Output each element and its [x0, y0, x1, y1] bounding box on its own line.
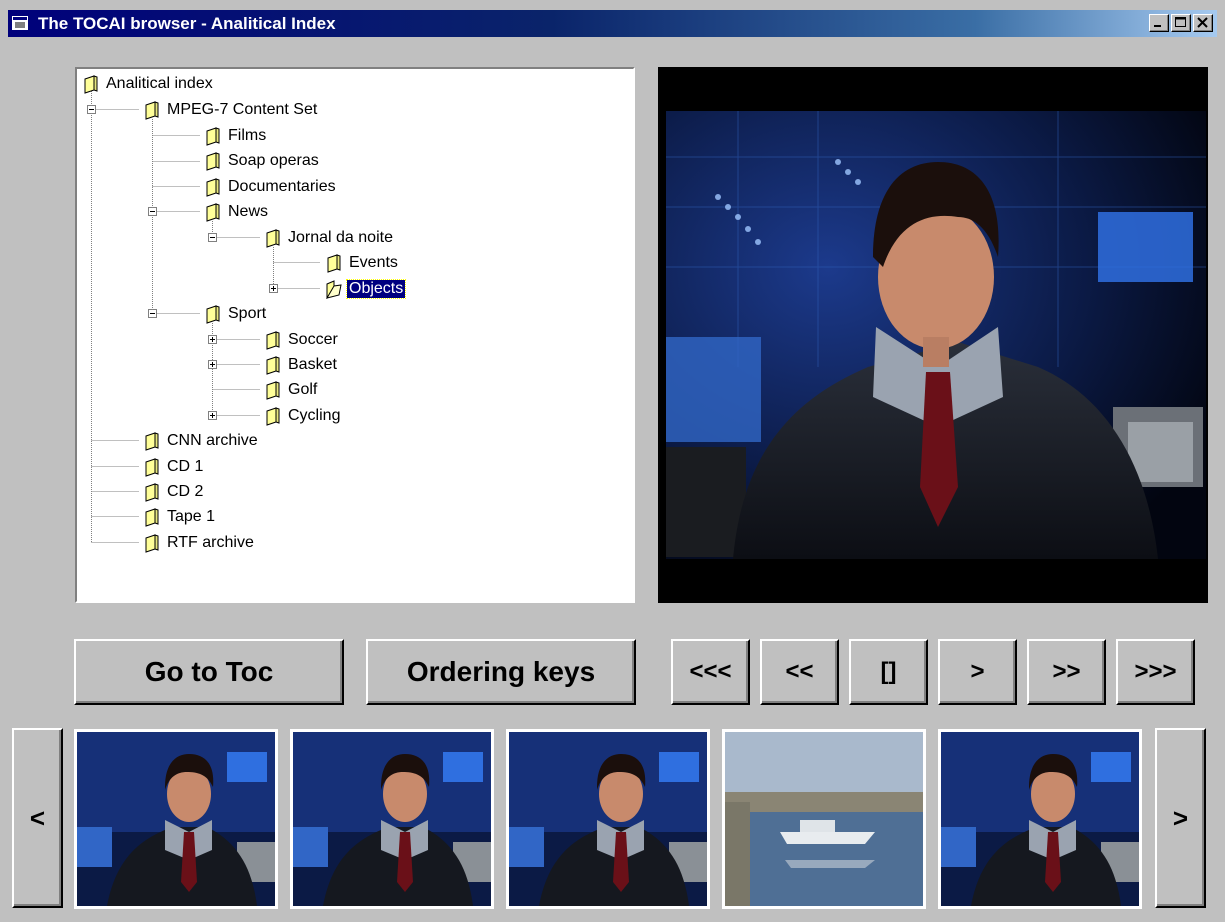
stop-label: [] [880, 658, 897, 685]
tree-item-label: MPEG-7 Content Set [167, 101, 318, 118]
news-anchor-frame [509, 732, 707, 906]
tree-item-label: Events [349, 254, 398, 271]
minimize-button[interactable] [1149, 14, 1169, 32]
folder-icon [145, 483, 159, 502]
tree-item-label: Analitical index [106, 75, 213, 92]
collapse-icon[interactable] [208, 233, 217, 242]
news-anchor-frame [941, 732, 1139, 906]
expand-icon[interactable] [208, 335, 217, 344]
folder-icon [84, 75, 98, 94]
tree-item-label: Objects [345, 279, 407, 299]
play-button[interactable]: > [938, 639, 1017, 705]
tree-item-label: Sport [228, 305, 267, 322]
filmstrip-thumbnail[interactable] [74, 729, 278, 909]
tree-item-label: Basket [288, 356, 337, 373]
title-bar-inner: The TOCAI browser - Analitical Index [8, 10, 1217, 37]
go-to-toc-label: Go to Toc [144, 656, 274, 687]
folder-icon [266, 331, 280, 350]
expand-icon[interactable] [208, 411, 217, 420]
folder-icon [266, 356, 280, 375]
close-button[interactable] [1193, 14, 1213, 32]
tree-item-label: Soccer [288, 331, 338, 348]
minimize-icon [1154, 25, 1161, 27]
title-bar: The TOCAI browser - Analitical Index [0, 0, 1225, 44]
folder-icon [145, 101, 159, 120]
go-to-toc-button[interactable]: Go to Toc [74, 639, 344, 705]
filmstrip-thumbnail[interactable] [290, 729, 494, 909]
news-anchor-frame [77, 732, 275, 906]
tree-item-label: Cycling [288, 407, 341, 424]
folder-icon [266, 381, 280, 400]
close-icon [1197, 17, 1208, 28]
forward-fast-label: >>> [1134, 658, 1177, 685]
folder-icon [266, 229, 280, 248]
filmstrip-next-button[interactable]: > [1155, 728, 1206, 908]
forward-label: >> [1052, 658, 1081, 685]
filmstrip-thumbnail[interactable] [506, 729, 710, 909]
folder-icon [206, 203, 220, 222]
filmstrip-prev-button[interactable]: < [12, 728, 63, 908]
tree-item-label: RTF archive [167, 534, 254, 551]
rewind-fast-label: <<< [689, 658, 732, 685]
tree-item-label: Documentaries [228, 178, 336, 195]
expand-icon[interactable] [208, 360, 217, 369]
expand-icon[interactable] [269, 284, 278, 293]
rewind-label: << [785, 658, 814, 685]
tree-item-label: Tape 1 [167, 508, 216, 525]
news-anchor-frame [293, 732, 491, 906]
collapse-icon[interactable] [148, 309, 157, 318]
folder-icon [145, 432, 159, 451]
tree-item-label: CNN archive [167, 432, 258, 449]
filmstrip-thumbnail[interactable] [938, 729, 1142, 909]
folder-icon [206, 152, 220, 171]
filmstrip-thumbnail[interactable] [722, 729, 926, 909]
folder-icon [145, 534, 159, 553]
collapse-icon[interactable] [87, 105, 96, 114]
collapse-icon[interactable] [148, 207, 157, 216]
news-anchor-frame [658, 67, 1208, 603]
play-label: > [970, 658, 985, 685]
forward-fast-button[interactable]: >>> [1116, 639, 1195, 705]
window-title: The TOCAI browser - Analitical Index [38, 14, 336, 33]
tree-item-label: News [228, 203, 269, 220]
folder-icon [266, 407, 280, 426]
tree-connector-lines [91, 91, 320, 543]
tree-item-label: Jornal da noite [288, 229, 393, 246]
tree-item-label: CD 2 [167, 483, 204, 500]
tree-item-label: Soap operas [228, 152, 319, 169]
filmstrip-prev-label: < [29, 802, 46, 833]
tree-item-label: Golf [288, 381, 318, 398]
rewind-button[interactable]: << [760, 639, 839, 705]
tree-item-label: Films [228, 127, 267, 144]
boats-frame [725, 732, 923, 906]
open-folder-icon [325, 280, 342, 299]
folder-icon [145, 508, 159, 527]
ordering-keys-button[interactable]: Ordering keys [366, 639, 636, 705]
stop-button[interactable]: [] [849, 639, 928, 705]
ordering-keys-label: Ordering keys [406, 656, 596, 687]
filmstrip-next-label: > [1172, 802, 1189, 833]
folder-icon [327, 254, 341, 273]
video-preview [658, 67, 1208, 603]
rewind-fast-button[interactable]: <<< [671, 639, 750, 705]
app-icon [12, 16, 28, 30]
analitical-index-tree[interactable]: Analitical index MPEG-7 Content Set Films S… [75, 67, 635, 603]
tree-item-label: CD 1 [167, 458, 204, 475]
folder-icon [206, 305, 220, 324]
maximize-button[interactable] [1171, 14, 1191, 32]
folder-icon [206, 127, 220, 146]
folder-icon [145, 458, 159, 477]
folder-icon [206, 178, 220, 197]
forward-button[interactable]: >> [1027, 639, 1106, 705]
maximize-icon [1175, 17, 1186, 27]
